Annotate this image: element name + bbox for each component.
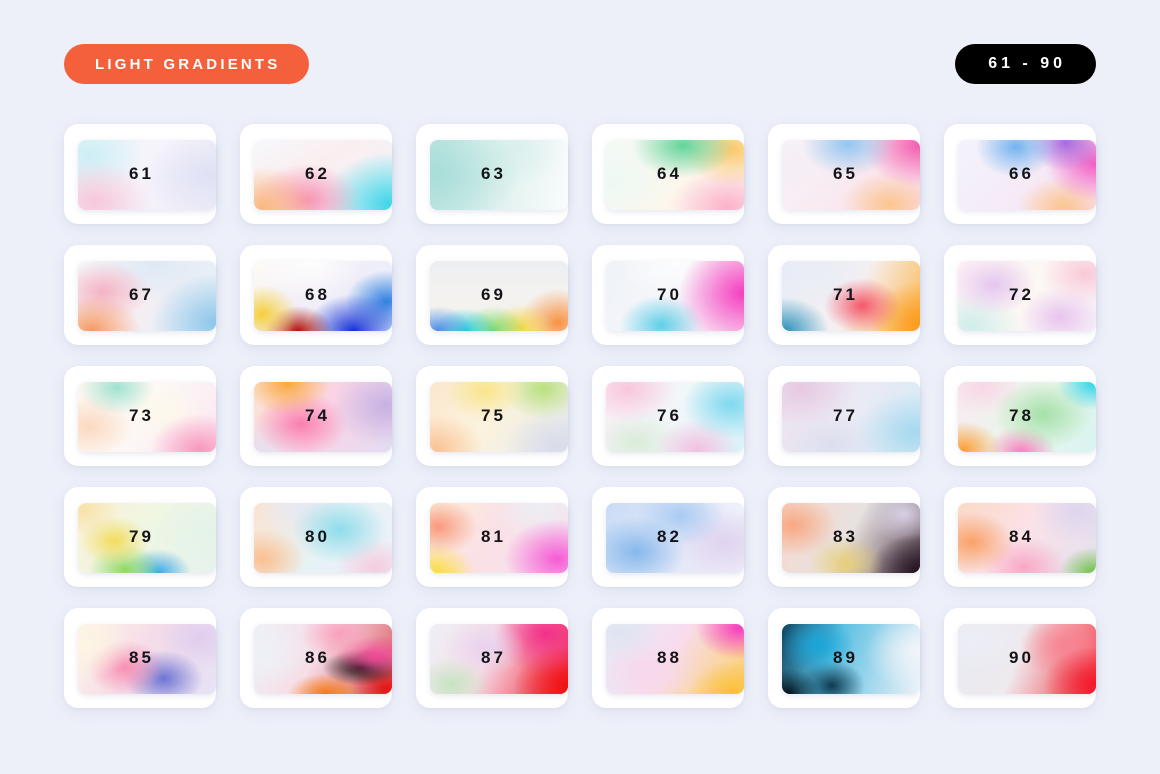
gradient-card-71[interactable]: 71 [768,245,920,345]
gradient-fill-84 [958,503,1096,573]
gradient-swatch-82 [606,503,744,573]
gradient-swatch-62 [254,140,392,210]
gradient-card-75[interactable]: 75 [416,366,568,466]
gradient-swatch-77 [782,382,920,452]
gradient-fill-63 [430,140,568,210]
gradient-gallery-page: LIGHT GRADIENTS 61 - 90 61 62 63 64 65 6… [0,0,1160,774]
gradient-swatch-65 [782,140,920,210]
gradient-card-61[interactable]: 61 [64,124,216,224]
gradient-card-90[interactable]: 90 [944,608,1096,708]
gradient-card-66[interactable]: 66 [944,124,1096,224]
gradient-swatch-88 [606,624,744,694]
gradient-swatch-72 [958,261,1096,331]
gradient-card-85[interactable]: 85 [64,608,216,708]
gradient-card-73[interactable]: 73 [64,366,216,466]
gradient-card-89[interactable]: 89 [768,608,920,708]
gradient-swatch-80 [254,503,392,573]
gradient-card-83[interactable]: 83 [768,487,920,587]
gradient-fill-69 [430,261,568,331]
gradient-card-82[interactable]: 82 [592,487,744,587]
gradient-swatch-87 [430,624,568,694]
gradient-swatch-79 [78,503,216,573]
gradient-fill-65 [782,140,920,210]
gradient-swatch-73 [78,382,216,452]
gradient-fill-62 [254,140,392,210]
gradient-card-72[interactable]: 72 [944,245,1096,345]
gradient-swatch-71 [782,261,920,331]
gradient-card-87[interactable]: 87 [416,608,568,708]
gradient-swatch-86 [254,624,392,694]
gradient-swatch-66 [958,140,1096,210]
gradient-swatch-83 [782,503,920,573]
gradient-card-62[interactable]: 62 [240,124,392,224]
gradient-fill-81 [430,503,568,573]
gradient-fill-87 [430,624,568,694]
gradient-card-79[interactable]: 79 [64,487,216,587]
gradient-card-86[interactable]: 86 [240,608,392,708]
gradient-card-67[interactable]: 67 [64,245,216,345]
gradient-card-70[interactable]: 70 [592,245,744,345]
gradient-card-76[interactable]: 76 [592,366,744,466]
gradient-swatch-76 [606,382,744,452]
gradient-card-69[interactable]: 69 [416,245,568,345]
gradient-fill-66 [958,140,1096,210]
gradient-card-74[interactable]: 74 [240,366,392,466]
gradient-fill-90 [958,624,1096,694]
gradient-swatch-61 [78,140,216,210]
gradient-card-80[interactable]: 80 [240,487,392,587]
gradient-swatch-68 [254,261,392,331]
gradient-swatch-85 [78,624,216,694]
gradient-swatch-70 [606,261,744,331]
gradient-card-63[interactable]: 63 [416,124,568,224]
gradient-card-84[interactable]: 84 [944,487,1096,587]
gradient-card-64[interactable]: 64 [592,124,744,224]
gradient-swatch-75 [430,382,568,452]
gradient-fill-88 [606,624,744,694]
gradient-card-68[interactable]: 68 [240,245,392,345]
gradient-card-81[interactable]: 81 [416,487,568,587]
gradient-fill-61 [78,140,216,210]
gradient-fill-74 [254,382,392,452]
gradient-swatch-74 [254,382,392,452]
gradient-grid: 61 62 63 64 65 66 67 68 69 70 71 72 73 7… [64,124,1096,708]
gradient-fill-73 [78,382,216,452]
gradient-swatch-81 [430,503,568,573]
gradient-card-65[interactable]: 65 [768,124,920,224]
gradient-fill-68 [254,261,392,331]
gradient-card-78[interactable]: 78 [944,366,1096,466]
gradient-swatch-63 [430,140,568,210]
gradient-fill-77 [782,382,920,452]
gradient-card-77[interactable]: 77 [768,366,920,466]
page-header: LIGHT GRADIENTS 61 - 90 [64,44,1096,84]
gradient-swatch-84 [958,503,1096,573]
gradient-fill-80 [254,503,392,573]
gradient-swatch-89 [782,624,920,694]
gradient-swatch-69 [430,261,568,331]
gradient-fill-86 [254,624,392,694]
gradient-fill-76 [606,382,744,452]
gradient-swatch-67 [78,261,216,331]
gradient-fill-79 [78,503,216,573]
gradient-fill-85 [78,624,216,694]
gradient-fill-64 [606,140,744,210]
gradient-fill-89 [782,624,920,694]
gradient-swatch-90 [958,624,1096,694]
gradient-fill-71 [782,261,920,331]
gradient-fill-72 [958,261,1096,331]
gradient-fill-83 [782,503,920,573]
swatch-range-badge: 61 - 90 [955,44,1096,84]
gradient-card-88[interactable]: 88 [592,608,744,708]
gradient-fill-70 [606,261,744,331]
collection-title-badge: LIGHT GRADIENTS [64,44,309,84]
gradient-fill-82 [606,503,744,573]
gradient-fill-67 [78,261,216,331]
gradient-fill-78 [958,382,1096,452]
gradient-swatch-64 [606,140,744,210]
gradient-swatch-78 [958,382,1096,452]
gradient-fill-75 [430,382,568,452]
